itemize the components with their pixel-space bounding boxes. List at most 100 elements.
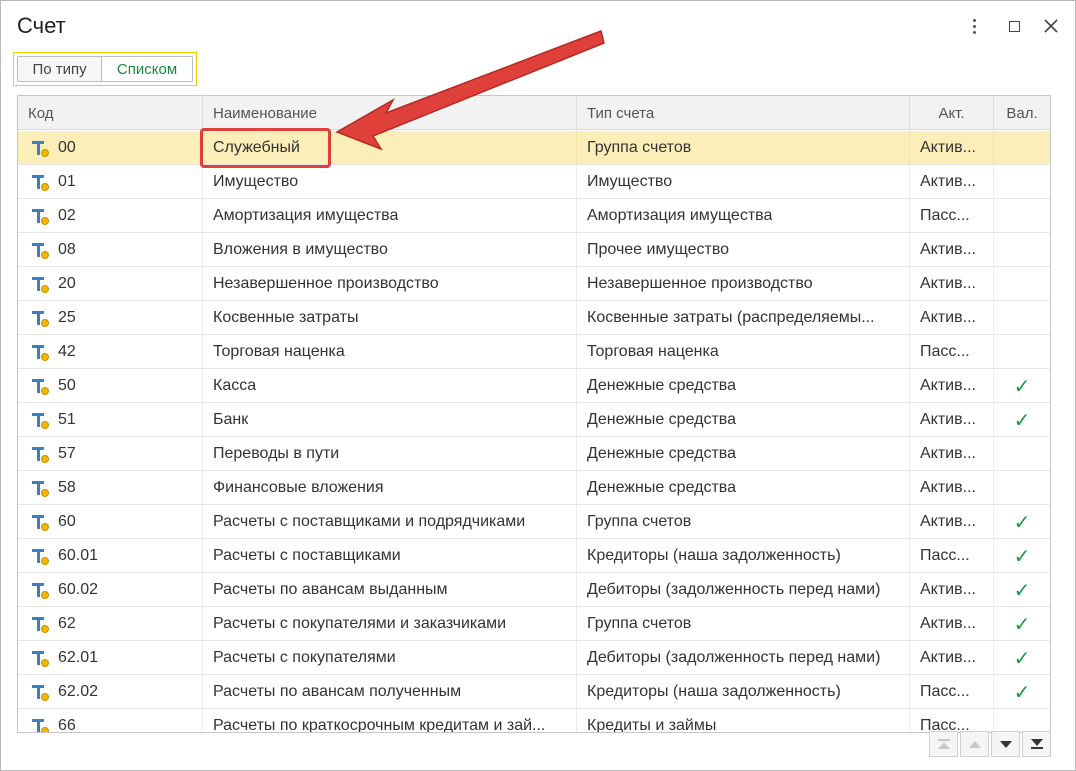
table-row[interactable]: 60.02 Расчеты по авансам выданным Дебиторы… [18, 573, 1050, 607]
close-button[interactable] [1040, 15, 1062, 37]
cell-val [994, 471, 1050, 504]
cell-name-text: Расчеты по краткосрочным кредитам и зай.… [213, 716, 546, 733]
cell-name-text: Расчеты с поставщиками и подрядчиками [213, 512, 526, 530]
more-actions-button[interactable] [963, 15, 985, 37]
table-row[interactable]: 62.02 Расчеты по авансам полученным Кредит… [18, 675, 1050, 709]
cell-val [994, 233, 1050, 266]
cell-val [994, 709, 1050, 732]
scroll-bottom-button[interactable] [1022, 731, 1051, 757]
cell-name-text: Вложения в имущество [213, 240, 388, 258]
cell-type: Прочее имущество [577, 233, 910, 266]
currency-check-icon: ✓ [1013, 509, 1031, 534]
maximize-button[interactable] [1003, 15, 1025, 37]
table-row[interactable]: 00 Служебный Группа счетов Актив... [18, 131, 1050, 165]
cell-code-text: 62 [58, 614, 76, 632]
table-row[interactable]: 51 Банк Денежные средства Актив... ✓ [18, 403, 1050, 437]
currency-check-icon: ✓ [1013, 543, 1031, 568]
column-header-akt[interactable]: Акт. [910, 96, 994, 130]
cell-name: Расчеты с покупателями и заказчиками [203, 607, 577, 640]
cell-code: 62.02 [18, 675, 203, 708]
table-row[interactable]: 58 Финансовые вложения Денежные средства Ак… [18, 471, 1050, 505]
cell-akt-text: Актив... [920, 614, 976, 632]
scroll-controls [929, 731, 1051, 757]
table-row[interactable]: 60 Расчеты с поставщиками и подрядчиками Г… [18, 505, 1050, 539]
table-row[interactable]: 50 Касса Денежные средства Актив... ✓ [18, 369, 1050, 403]
cell-name-text: Финансовые вложения [213, 478, 384, 496]
cell-akt: Пасс... [910, 709, 994, 732]
scroll-top-icon [937, 739, 950, 749]
cell-name-text: Имущество [213, 172, 299, 190]
cell-code: 57 [18, 437, 203, 470]
cell-type: Денежные средства [577, 369, 910, 402]
cell-type-text: Группа счетов [587, 512, 692, 530]
cell-akt-text: Актив... [920, 172, 976, 190]
cell-code: 60.01 [18, 539, 203, 572]
cell-val [994, 165, 1050, 198]
cell-code-text: 51 [58, 410, 76, 428]
cell-code-text: 62.01 [58, 648, 99, 666]
cell-akt-text: Актив... [920, 478, 976, 496]
cell-type-text: Денежные средства [587, 478, 736, 496]
list-view-button[interactable]: Списком [102, 56, 193, 82]
table-row[interactable]: 57 Переводы в пути Денежные средства Актив.… [18, 437, 1050, 471]
cell-val [994, 335, 1050, 368]
cell-code: 62.01 [18, 641, 203, 674]
cell-val: ✓ [994, 539, 1050, 572]
table-row[interactable]: 42 Торговая наценка Торговая наценка Пасс..… [18, 335, 1050, 369]
table-row[interactable]: 20 Незавершенное производство Незавершенно… [18, 267, 1050, 301]
cell-name-text: Расчеты по авансам полученным [213, 682, 462, 700]
table-row[interactable]: 66 Расчеты по краткосрочным кредитам и за… [18, 709, 1050, 733]
cell-type: Денежные средства [577, 471, 910, 504]
table-row[interactable]: 62 Расчеты с покупателями и заказчиками Гр… [18, 607, 1050, 641]
by-type-button[interactable]: По типу [17, 56, 103, 82]
cell-akt: Актив... [910, 403, 994, 436]
cell-name-text: Незавершенное производство [213, 274, 439, 292]
table-header: Код Наименование Тип счета Акт. Вал. [18, 96, 1050, 130]
cell-name-text: Расчеты по авансам выданным [213, 580, 448, 598]
cell-akt-text: Пасс... [920, 546, 970, 564]
cell-akt-text: Актив... [920, 308, 976, 326]
table-row[interactable]: 60.01 Расчеты с поставщиками Кредиторы (на… [18, 539, 1050, 573]
cell-code: 01 [18, 165, 203, 198]
cell-type: Амортизация имущества [577, 199, 910, 232]
cell-akt: Актив... [910, 131, 994, 164]
cell-name: Расчеты с поставщиками [203, 539, 577, 572]
cell-code: 60 [18, 505, 203, 538]
cell-val: ✓ [994, 403, 1050, 436]
account-icon [30, 171, 52, 193]
cell-type: Торговая наценка [577, 335, 910, 368]
cell-val: ✓ [994, 369, 1050, 402]
cell-akt: Актив... [910, 573, 994, 606]
scroll-down-button[interactable] [991, 731, 1020, 757]
table-row[interactable]: 01 Имущество Имущество Актив... [18, 165, 1050, 199]
cell-code-text: 58 [58, 478, 76, 496]
scroll-up-button[interactable] [960, 731, 989, 757]
table-row[interactable]: 02 Амортизация имущества Амортизация имуще… [18, 199, 1050, 233]
account-icon [30, 647, 52, 669]
cell-akt: Актив... [910, 607, 994, 640]
cell-val [994, 301, 1050, 334]
column-header-name[interactable]: Наименование [203, 96, 577, 130]
column-header-type[interactable]: Тип счета [577, 96, 910, 130]
cell-type-text: Группа счетов [587, 138, 692, 156]
cell-akt-text: Актив... [920, 444, 976, 462]
cell-type: Дебиторы (задолженность перед нами) [577, 641, 910, 674]
table-row[interactable]: 08 Вложения в имущество Прочее имущество Ак… [18, 233, 1050, 267]
cell-akt: Актив... [910, 471, 994, 504]
cell-type-text: Группа счетов [587, 614, 692, 632]
cell-code-text: 01 [58, 172, 76, 190]
column-header-code[interactable]: Код [18, 96, 203, 130]
cell-type: Незавершенное производство [577, 267, 910, 300]
cell-name: Переводы в пути [203, 437, 577, 470]
table-row[interactable]: 62.01 Расчеты с покупателями Дебиторы (зад… [18, 641, 1050, 675]
column-header-val[interactable]: Вал. [994, 96, 1050, 130]
table-row[interactable]: 25 Косвенные затраты Косвенные затраты (ра… [18, 301, 1050, 335]
close-icon [1044, 19, 1058, 33]
cell-akt: Актив... [910, 301, 994, 334]
scroll-up-icon [968, 740, 981, 748]
scroll-top-button[interactable] [929, 731, 958, 757]
cell-type: Косвенные затраты (распределяемы... [577, 301, 910, 334]
cell-name: Служебный [203, 131, 577, 164]
cell-code: 60.02 [18, 573, 203, 606]
currency-check-icon: ✓ [1013, 373, 1031, 398]
